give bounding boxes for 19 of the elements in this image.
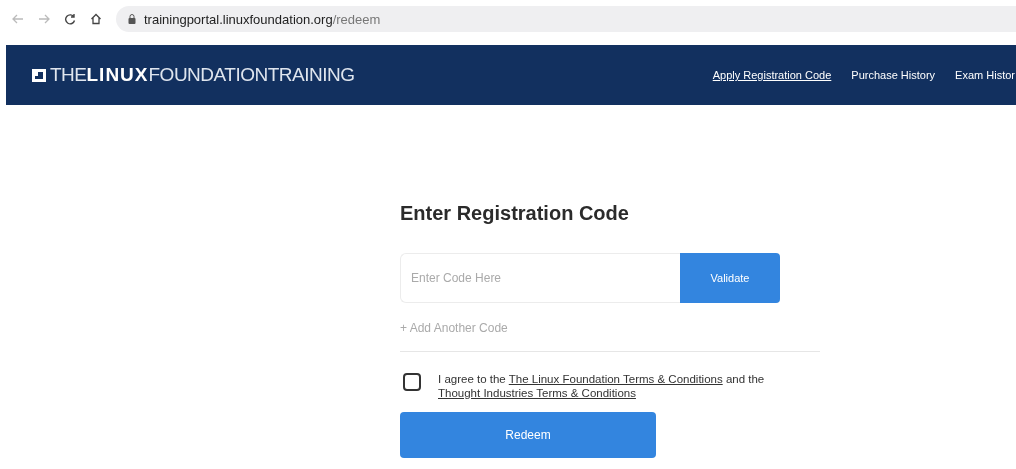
nav-link[interactable]: Purchase History bbox=[851, 69, 936, 81]
url-path: /redeem bbox=[332, 11, 381, 27]
form-title: Enter Registration Code bbox=[400, 202, 630, 225]
home-icon[interactable] bbox=[90, 13, 102, 25]
code-field[interactable]: Enter Code Here bbox=[400, 253, 680, 303]
validate-button[interactable]: Validate bbox=[680, 253, 780, 303]
logo-icon bbox=[32, 68, 46, 82]
url-host: trainingportal.linuxfoundation.org bbox=[144, 11, 333, 27]
reload-icon[interactable] bbox=[64, 13, 76, 25]
logo-text: THELINUXFOUNDATIONTRAINING bbox=[50, 64, 355, 86]
agreement-text: I agree to the The Linux Foundation Terms & Conditions and the Thought Industries Terms & Conditions bbox=[438, 372, 766, 400]
redeem-button[interactable]: Redeem bbox=[400, 412, 656, 458]
terms-link[interactable]: The Linux Foundation Terms & Conditions bbox=[508, 373, 723, 385]
nav-link[interactable]: Exam Histor bbox=[955, 69, 1015, 81]
nav-link[interactable]: Apply Registration Code bbox=[712, 69, 832, 81]
terms-link[interactable]: Thought Industries Terms & Conditions bbox=[438, 387, 636, 399]
address-bar[interactable]: trainingportal.linuxfoundation.org/redeem bbox=[116, 6, 1016, 32]
lock-icon bbox=[128, 14, 136, 24]
agree-checkbox[interactable] bbox=[403, 373, 421, 391]
